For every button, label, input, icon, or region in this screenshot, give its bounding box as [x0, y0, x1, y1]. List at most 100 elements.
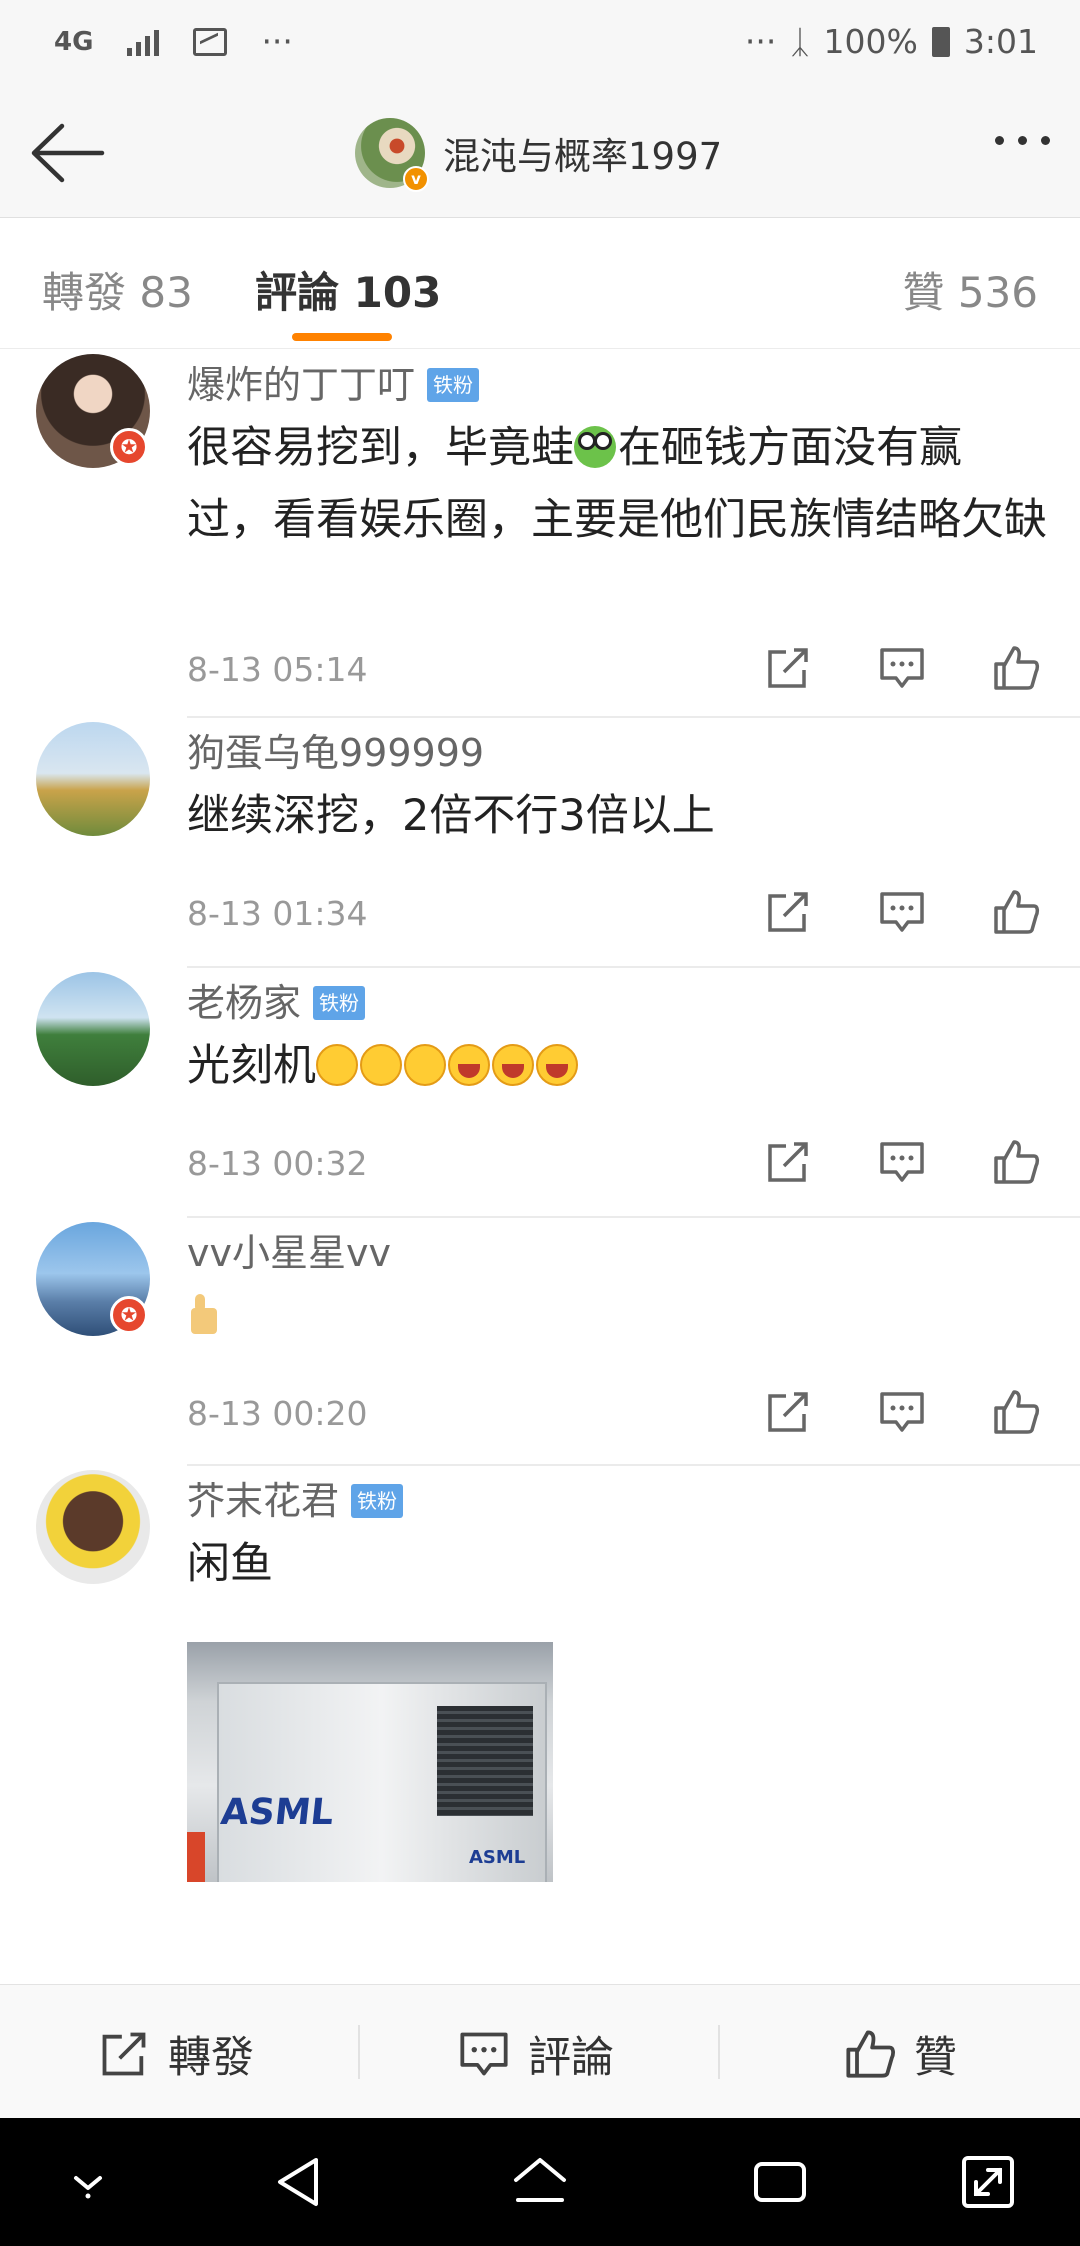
cry-emoji-icon [360, 1044, 402, 1086]
author-info[interactable]: v 混沌与概率1997 [355, 118, 722, 192]
signal-icon [127, 28, 160, 56]
comment-text: 继续深挖，2倍不行3倍以上 [187, 791, 715, 841]
repost-button[interactable]: 轉發 [98, 2023, 254, 2085]
tab-comments[interactable]: 評論 103 [255, 259, 441, 320]
comment-icon [460, 2032, 508, 2076]
username-text[interactable]: 狗蛋乌龟999999 [187, 731, 484, 775]
fan-badge: 铁粉 [351, 1484, 404, 1518]
tab-reposts[interactable]: 轉發 83 [42, 259, 193, 320]
battery-percent: 100% [823, 22, 918, 61]
comment-photo[interactable]: ASML ASML [187, 1642, 553, 1882]
username-text[interactable]: 芥末花君 [187, 1479, 339, 1523]
comment-icon[interactable] [878, 1138, 926, 1186]
comment-username[interactable]: 芥末花君 铁粉 [187, 1470, 404, 1525]
like-icon [846, 2030, 895, 2078]
author-avatar[interactable]: v [355, 118, 429, 192]
comment-username[interactable]: vv小星星vv [187, 1222, 391, 1277]
detail-tabs: 轉發 83 評論 103 贊 536 [0, 219, 1080, 349]
share-icon [102, 2032, 146, 2076]
photo-cone [187, 1832, 205, 1882]
more-icon[interactable] [995, 136, 1050, 145]
comment-text-part: 光刻机 [187, 1041, 316, 1091]
comment-icon[interactable] [878, 888, 926, 936]
comment-username[interactable]: 老杨家 铁粉 [187, 972, 366, 1027]
bluetooth-icon: ᛣ [790, 22, 810, 61]
share-icon[interactable] [764, 1138, 812, 1186]
photo-grill [437, 1706, 533, 1816]
laugh-emoji-icon [492, 1044, 534, 1086]
thumbs-up-emoji-icon [187, 1294, 221, 1336]
system-nav-bar [0, 2118, 1080, 2246]
comment-time: 8-13 00:20 [187, 1394, 368, 1433]
comment-time: 8-13 05:14 [187, 650, 368, 689]
avatar[interactable] [36, 1470, 150, 1584]
like-icon[interactable] [992, 1138, 1040, 1186]
like-icon[interactable] [992, 888, 1040, 936]
comment-label: 評論 [528, 2033, 614, 2083]
frog-emoji-icon [574, 426, 616, 468]
username-text[interactable]: 老杨家 [187, 981, 301, 1025]
share-icon[interactable] [764, 1388, 812, 1436]
nav-expand-icon[interactable] [954, 2148, 1022, 2216]
comment-text: 很容易挖到，毕竟蛙 在砸钱方面没有赢过，看看娱乐圈，主要是他们民族情结略欠缺 [187, 412, 1047, 556]
share-icon[interactable] [764, 888, 812, 936]
like-button[interactable]: 贊 [844, 2023, 957, 2085]
share-icon[interactable] [764, 644, 812, 692]
author-name[interactable]: 混沌与概率1997 [443, 126, 722, 180]
comment-list[interactable]: ✪ 爆炸的丁丁叮 铁粉 很容易挖到，毕竟蛙 在砸钱方面没有赢过，看看娱乐圈，主要是他… [0, 350, 1080, 1984]
laugh-emoji-icon [448, 1044, 490, 1086]
avatar[interactable] [36, 722, 150, 836]
laugh-emoji-icon [536, 1044, 578, 1086]
comment-actions [764, 888, 1040, 936]
back-arrow-icon[interactable] [28, 120, 108, 186]
clock: 3:01 [963, 22, 1038, 61]
status-bar: 4G ··· ··· ᛣ 100% 3:01 [0, 0, 1080, 90]
like-label: 贊 [914, 2033, 957, 2083]
battery-icon [931, 26, 950, 57]
photo-logo-text: ASML [218, 1792, 336, 1833]
like-icon[interactable] [992, 1388, 1040, 1436]
post-header: v 混沌与概率1997 [0, 90, 1080, 218]
comment-actions [764, 1388, 1040, 1436]
comment-icon[interactable] [878, 644, 926, 692]
comment-button[interactable]: 評論 [458, 2023, 614, 2085]
divider [187, 1464, 1080, 1466]
comment-username[interactable]: 狗蛋乌龟999999 [187, 722, 484, 777]
gallery-notification-icon [193, 27, 228, 56]
fan-badge: 铁粉 [313, 986, 366, 1020]
nav-back-icon[interactable] [266, 2148, 334, 2216]
separator [718, 2025, 720, 2079]
comment-icon[interactable] [878, 1388, 926, 1436]
verified-badge: v [403, 166, 429, 192]
photo-logo-text-small: ASML [469, 1847, 526, 1868]
comment-text: 闲鱼 [187, 1539, 273, 1589]
username-text[interactable]: 爆炸的丁丁叮 [187, 363, 415, 407]
fan-badge: 铁粉 [427, 368, 480, 402]
tab-indicator [292, 333, 392, 341]
network-type: 4G [54, 26, 94, 57]
member-badge-icon: ✪ [110, 428, 148, 466]
avatar[interactable] [36, 972, 150, 1086]
username-text[interactable]: vv小星星vv [187, 1231, 391, 1275]
divider [187, 716, 1080, 718]
comment-username[interactable]: 爆炸的丁丁叮 铁粉 [187, 354, 480, 409]
divider [187, 1216, 1080, 1218]
more-notifications: ··· [261, 22, 293, 61]
comment-actions [764, 1138, 1040, 1186]
cry-emoji-icon [316, 1044, 358, 1086]
comment-text [187, 1280, 1047, 1352]
comment-time: 8-13 01:34 [187, 894, 368, 933]
divider [187, 966, 1080, 968]
repost-label: 轉發 [168, 2033, 254, 2083]
comment-time: 8-13 00:32 [187, 1144, 368, 1183]
tab-likes[interactable]: 贊 536 [902, 259, 1038, 320]
status-more: ··· [744, 22, 777, 61]
comment-actions [764, 644, 1040, 692]
comment-text: 光刻机 [187, 1030, 1047, 1102]
comment-text-part: 很容易挖到，毕竟蛙 [187, 423, 574, 473]
like-icon[interactable] [992, 644, 1040, 692]
nav-recents-icon[interactable] [746, 2148, 814, 2216]
nav-down-icon[interactable] [54, 2148, 122, 2216]
separator [358, 2025, 360, 2079]
nav-home-icon[interactable] [506, 2148, 574, 2216]
